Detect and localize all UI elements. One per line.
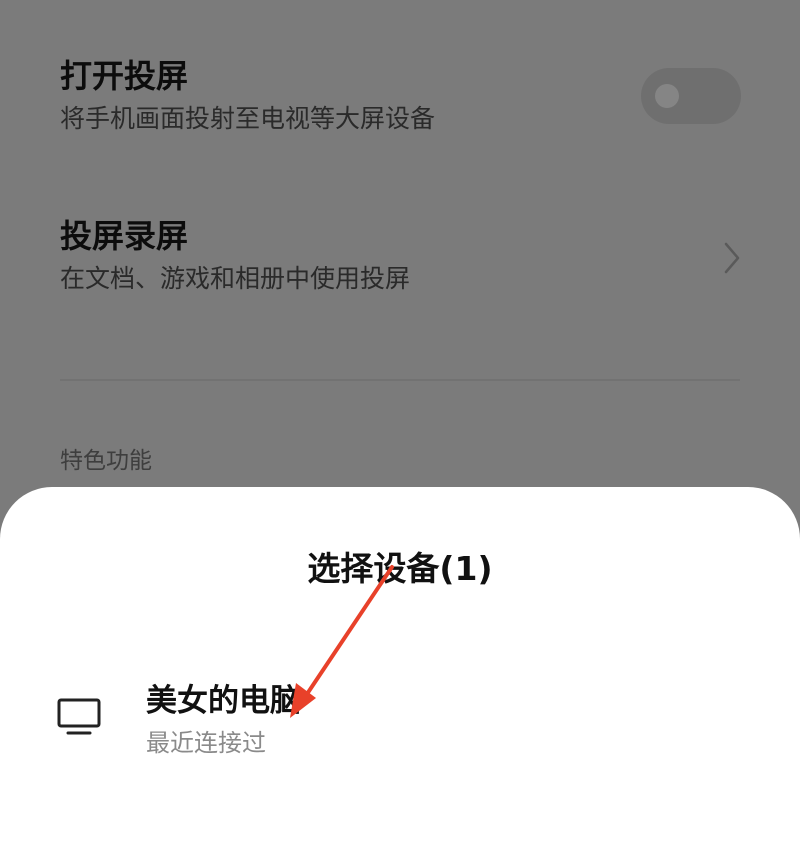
cast-setting-row[interactable]: 打开投屏 将手机画面投射至电视等大屏设备 (60, 56, 740, 146)
divider (60, 379, 740, 381)
mirror-record-row[interactable]: 投屏录屏 在文档、游戏和相册中使用投屏 (60, 216, 740, 306)
monitor-icon (57, 698, 101, 735)
sheet-title: 选择设备(1) (307, 549, 493, 588)
cast-title: 打开投屏 (60, 57, 189, 95)
cast-subtitle: 将手机画面投射至电视等大屏设备 (60, 104, 436, 133)
toggle-knob (655, 84, 679, 108)
device-list-item[interactable]: 美女的电脑 最近连接过 (0, 667, 800, 767)
mirror-subtitle: 在文档、游戏和相册中使用投屏 (60, 264, 411, 293)
chevron-right-icon[interactable] (716, 238, 746, 278)
device-status: 最近连接过 (146, 729, 266, 757)
select-device-sheet: 选择设备(1) 美女的电脑 最近连接过 (0, 487, 800, 852)
cast-toggle[interactable] (641, 68, 741, 124)
mirror-title: 投屏录屏 (60, 217, 189, 255)
section-label-features: 特色功能 (60, 448, 152, 474)
device-name: 美女的电脑 (146, 683, 301, 719)
